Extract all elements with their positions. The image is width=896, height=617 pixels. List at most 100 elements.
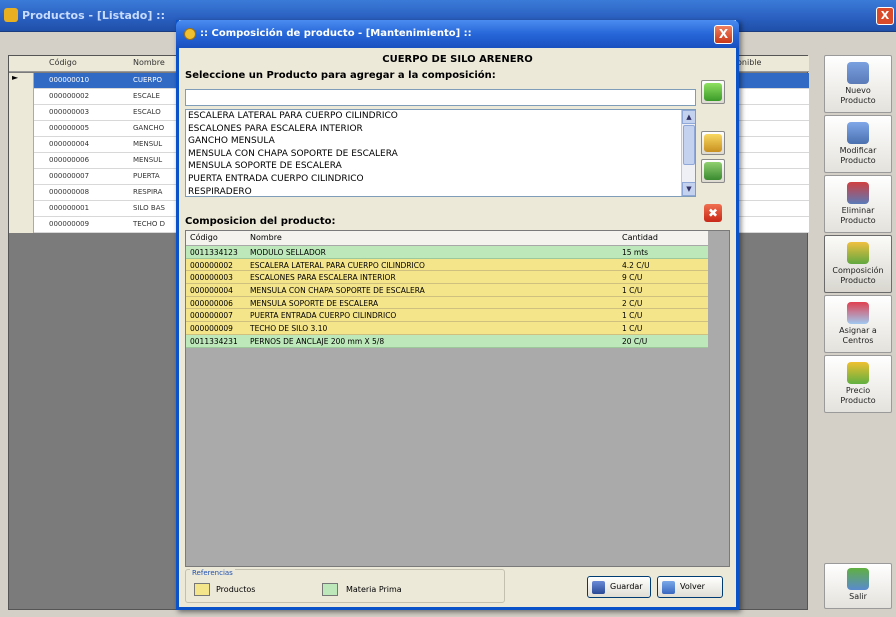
dialog-title-bar[interactable]: :: Composición de producto - [Mantenimie… (176, 20, 739, 48)
row-name: SILO BAS (133, 204, 165, 212)
add-to-composition-button[interactable] (701, 80, 725, 104)
plus-icon (704, 83, 722, 101)
cell-name: PERNOS DE ANCLAJE 200 mm X 5/8 (250, 336, 385, 346)
heart-network-icon (847, 302, 869, 324)
list-item[interactable]: MENSULA SOPORTE DE ESCALERA (186, 160, 695, 173)
cell-name: MENSULA CON CHAPA SOPORTE DE ESCALERA (250, 286, 425, 296)
composition-label: Composicion del producto: (185, 216, 336, 227)
composition-grid-header: Código Nombre Cantidad (186, 231, 708, 246)
box-icon (704, 134, 722, 152)
button-label: Producto (840, 276, 876, 285)
table-row[interactable]: 000000003 ESCALONES PARA ESCALERA INTERIO… (186, 271, 708, 285)
listbox-scrollbar[interactable]: ▲ ▼ (681, 110, 695, 196)
cell-code: 0011334231 (190, 336, 238, 346)
cell-name: MODULO SELLADOR (250, 248, 326, 257)
background-window-title: Productos - [Listado] :: (22, 9, 165, 22)
legend-title: Referencias (190, 569, 235, 577)
cell-name: MENSULA SOPORTE DE ESCALERA (250, 298, 379, 308)
dialog-close-button[interactable]: X (714, 25, 733, 44)
legend-products-label: Productos (216, 585, 256, 594)
cell-name: PUERTA ENTRADA CUERPO CILINDRICO (250, 311, 397, 321)
table-row[interactable]: 000000004 MENSULA CON CHAPA SOPORTE DE ES… (186, 284, 708, 297)
database-edit-icon (847, 122, 869, 144)
row-name: GANCHO (133, 124, 165, 132)
product-listbox[interactable]: ESCALERA LATERAL PARA CUERPO CILINDRICO … (185, 109, 696, 197)
product-price-button[interactable]: Precio Producto (824, 355, 892, 413)
scroll-up-icon[interactable]: ▲ (682, 110, 695, 124)
button-label: Producto (840, 96, 876, 105)
table-row[interactable]: 000000006 MENSULA SOPORTE DE ESCALERA 2 C/… (186, 296, 708, 310)
table-row[interactable]: 000000007 PUERTA ENTRADA CUERPO CILINDRIC… (186, 309, 708, 323)
row-code: 000000009 (49, 220, 90, 228)
cell-quantity: 9 C/U (622, 273, 643, 283)
delete-x-icon: ✖ (704, 204, 722, 222)
button-label: Precio (845, 386, 871, 395)
exit-door-icon (847, 568, 869, 590)
cell-quantity: 1 C/U (622, 324, 643, 334)
price-arrow-icon (847, 362, 869, 384)
list-item[interactable]: RESPIRADERO (186, 186, 695, 196)
button-label: Eliminar (841, 206, 875, 215)
list-item[interactable]: ESCALONES PARA ESCALERA INTERIOR (186, 123, 695, 136)
list-item[interactable]: ESCALERA LATERAL PARA CUERPO CILINDRICO (186, 110, 695, 123)
edit-quantity-button[interactable] (701, 159, 725, 183)
cell-code: 000000009 (190, 324, 233, 334)
table-row[interactable]: 0011334231 PERNOS DE ANCLAJE 200 mm X 5/8… (186, 334, 708, 348)
new-product-button[interactable]: Nuevo Producto (824, 55, 892, 113)
cell-quantity: 2 C/U (622, 298, 643, 308)
row-selector-icon: ► (9, 73, 34, 89)
cell-code: 000000002 (190, 260, 233, 270)
edit-icon (704, 162, 722, 180)
composition-grid[interactable]: Código Nombre Cantidad 0011334123 MODULO … (185, 230, 730, 567)
back-arrow-icon (662, 581, 675, 594)
delete-product-button[interactable]: Eliminar Producto (824, 175, 892, 233)
scroll-thumb[interactable] (683, 125, 695, 165)
assign-centers-button[interactable]: Asignar a Centros (824, 295, 892, 353)
table-row[interactable]: 0011334123 MODULO SELLADOR 15 mts (186, 246, 708, 259)
table-row[interactable]: 000000009 TECHO DE SILO 3.10 1 C/U (186, 322, 708, 335)
cell-code: 000000004 (190, 286, 233, 296)
exit-button[interactable]: Salir (824, 563, 892, 609)
column-header-code[interactable]: Código (190, 233, 218, 242)
button-label: Producto (840, 216, 876, 225)
product-heading: CUERPO DE SILO ARENERO (382, 54, 533, 65)
button-label: Modificar (839, 146, 877, 155)
cell-code: 000000003 (190, 273, 233, 283)
cell-quantity: 4.2 C/U (622, 260, 650, 270)
save-button[interactable]: Guardar (587, 576, 651, 598)
row-code: 000000001 (49, 204, 90, 212)
modify-product-button[interactable]: Modificar Producto (824, 115, 892, 173)
column-header-name[interactable]: Nombre (133, 58, 165, 67)
select-product-label: Seleccione un Producto para agregar a la… (185, 70, 496, 81)
database-delete-icon (847, 182, 869, 204)
back-button[interactable]: Volver (657, 576, 723, 598)
background-close-button[interactable]: X (876, 7, 894, 25)
column-header-quantity[interactable]: Cantidad (622, 233, 658, 242)
scroll-down-icon[interactable]: ▼ (682, 182, 695, 196)
product-search-input[interactable] (185, 89, 696, 106)
list-item[interactable]: MENSULA CON CHAPA SOPORTE DE ESCALERA (186, 148, 695, 161)
row-code: 000000003 (49, 108, 90, 116)
app-icon (4, 8, 18, 22)
raw-material-color-swatch (322, 583, 338, 596)
button-label: Centros (842, 336, 874, 345)
cell-code: 000000006 (190, 298, 233, 308)
column-header-name[interactable]: Nombre (250, 233, 282, 242)
button-label: Producto (840, 156, 876, 165)
back-button-label: Volver (680, 582, 705, 591)
column-header-available[interactable]: onible (737, 58, 761, 67)
product-box-button[interactable] (701, 131, 725, 155)
boxes-icon (847, 242, 869, 264)
products-color-swatch (194, 583, 210, 596)
list-item[interactable]: GANCHO MENSULA (186, 135, 695, 148)
row-name: ESCALE (133, 92, 160, 100)
composition-product-button[interactable]: Composición Producto (824, 235, 892, 293)
column-header-code[interactable]: Código (49, 58, 77, 67)
button-label: Producto (840, 396, 876, 405)
cell-name: ESCALERA LATERAL PARA CUERPO CILINDRICO (250, 260, 425, 270)
table-row[interactable]: 000000002 ESCALERA LATERAL PARA CUERPO CI… (186, 258, 708, 272)
list-item[interactable]: PUERTA ENTRADA CUERPO CILINDRICO (186, 173, 695, 186)
remove-from-composition-button[interactable]: ✖ (701, 202, 725, 226)
row-name: MENSUL (133, 140, 163, 148)
legend-raw-material-label: Materia Prima (346, 585, 402, 594)
